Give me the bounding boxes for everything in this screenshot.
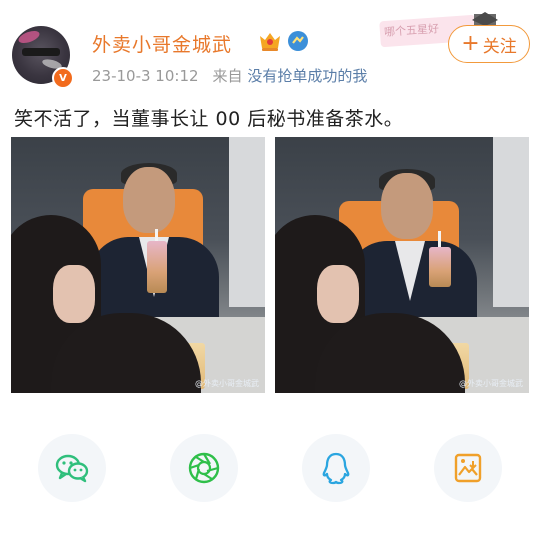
image-watermark: @外卖小哥金城武 — [195, 379, 259, 388]
avatar-paint-mark — [16, 28, 42, 46]
source-prefix: 来自 — [212, 67, 243, 85]
image-tea-cup — [429, 247, 451, 287]
crown-medal-icon — [260, 33, 280, 51]
post-meta: 23-10-3 10:12 来自 没有抢单成功的我 — [92, 65, 367, 86]
post-time: 23-10-3 10:12 — [92, 67, 199, 85]
author-name[interactable]: 外卖小哥金城武 — [92, 30, 232, 57]
image-tea-cup — [147, 241, 167, 293]
image-watermark: @外卖小哥金城武 — [459, 379, 523, 388]
source-client[interactable]: 没有抢单成功的我 — [247, 67, 367, 85]
wechat-icon — [55, 454, 89, 483]
plus-icon: + — [461, 31, 480, 56]
post-text: 笑不活了，当董事长让 00 后秘书准备茶水。 — [14, 108, 404, 130]
follow-button[interactable]: + 关注 — [448, 25, 530, 63]
share-wechat-button[interactable] — [38, 434, 106, 502]
image-man-head — [381, 173, 433, 239]
weibo-post: V 外卖小哥金城武 23-10-3 10:12 来自 没有抢单成功的我 哪个五星好… — [0, 0, 540, 540]
save-image-icon — [454, 453, 482, 483]
save-image-button[interactable] — [434, 434, 502, 502]
qq-icon — [322, 452, 350, 485]
moments-icon — [188, 452, 220, 484]
image-woman-face — [317, 265, 359, 323]
image-wall-panel — [229, 137, 265, 307]
verified-badge-icon: V — [52, 67, 74, 89]
image-man-head — [123, 167, 175, 233]
post-image-1[interactable]: @外卖小哥金城武 — [11, 137, 265, 393]
post-image-2[interactable]: @外卖小哥金城武 — [275, 137, 529, 393]
image-woman-face — [53, 265, 95, 323]
share-moments-button[interactable] — [170, 434, 238, 502]
share-qq-button[interactable] — [302, 434, 370, 502]
image-wall-panel — [493, 137, 529, 307]
follow-label: 关注 — [482, 36, 517, 57]
rank-badge-icon — [288, 31, 308, 51]
avatar-glasses — [22, 48, 60, 56]
